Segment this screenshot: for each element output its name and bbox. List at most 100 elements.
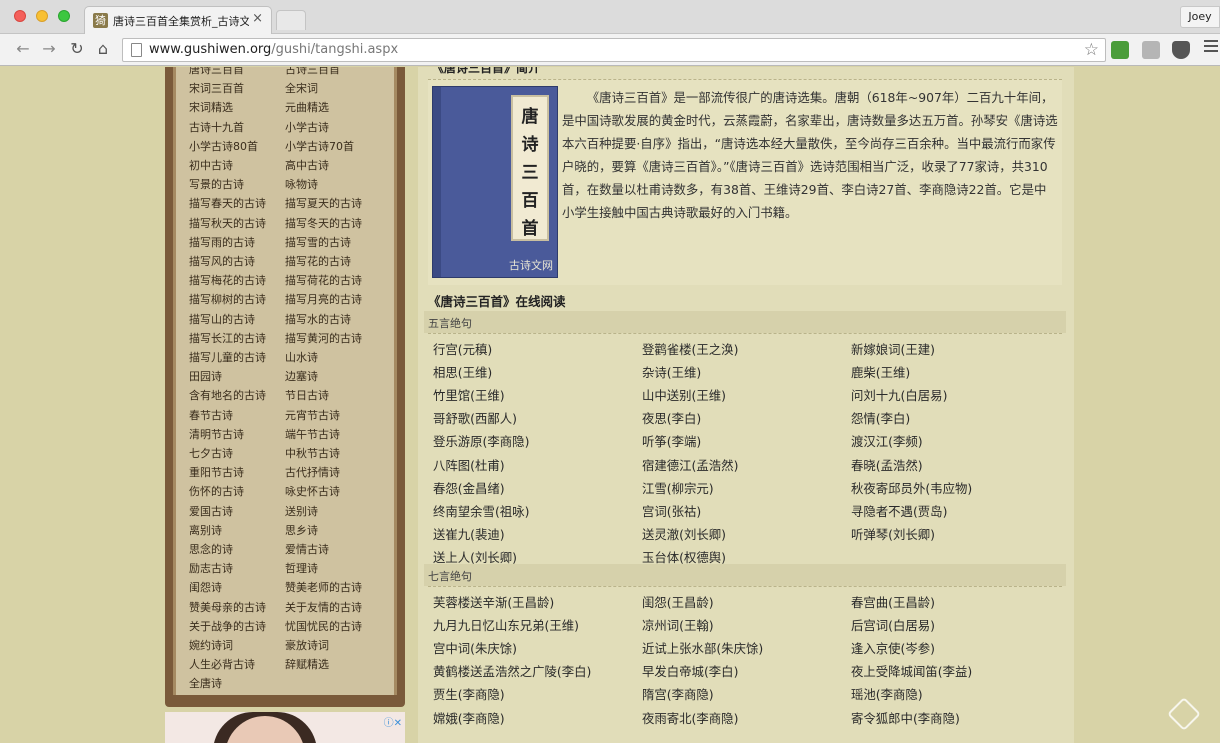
- poem-link[interactable]: 寄令狐郎中(李商隐): [851, 709, 960, 727]
- poem-link[interactable]: 宫词(张祜): [642, 502, 701, 520]
- category-link[interactable]: 关于友情的古诗: [285, 599, 362, 615]
- category-link[interactable]: 小学古诗: [285, 119, 329, 135]
- category-link[interactable]: 重阳节古诗: [189, 464, 244, 480]
- poem-link[interactable]: 江雪(柳宗元): [642, 479, 714, 497]
- category-link[interactable]: 伤怀的古诗: [189, 483, 244, 499]
- category-link[interactable]: 全唐诗: [189, 675, 222, 691]
- category-link[interactable]: 忧国忧民的古诗: [285, 618, 362, 634]
- close-window-icon[interactable]: [14, 10, 26, 22]
- poem-link[interactable]: 山中送别(王维): [642, 386, 726, 404]
- extension-edit-icon[interactable]: [1111, 41, 1129, 59]
- category-link[interactable]: 元宵节古诗: [285, 407, 340, 423]
- category-link[interactable]: 赞美老师的古诗: [285, 579, 362, 595]
- category-link[interactable]: 描写柳树的古诗: [189, 291, 266, 307]
- category-link[interactable]: 描写梅花的古诗: [189, 272, 266, 288]
- category-link[interactable]: 励志古诗: [189, 560, 233, 576]
- poem-link[interactable]: 听筝(李端): [642, 432, 701, 450]
- ad-choices-icon[interactable]: ⓘ✕: [384, 714, 402, 729]
- category-link[interactable]: 初中古诗: [189, 157, 233, 173]
- category-link[interactable]: 思念的诗: [189, 541, 233, 557]
- forward-icon[interactable]: →: [38, 38, 60, 60]
- category-link[interactable]: 端午节古诗: [285, 426, 340, 442]
- poem-link[interactable]: 黄鹤楼送孟浩然之广陵(李白): [433, 662, 591, 680]
- poem-link[interactable]: 渡汉江(李频): [851, 432, 923, 450]
- poem-link[interactable]: 登鹳雀楼(王之涣): [642, 340, 738, 358]
- profile-button[interactable]: Joey: [1180, 6, 1220, 28]
- category-link[interactable]: 描写山的古诗: [189, 311, 255, 327]
- poem-link[interactable]: 贾生(李商隐): [433, 685, 505, 703]
- category-link[interactable]: 描写长江的古诗: [189, 330, 266, 346]
- poem-link[interactable]: 寻隐者不遇(贾岛): [851, 502, 947, 520]
- poem-link[interactable]: 夜雨寄北(李商隐): [642, 709, 738, 727]
- poem-link[interactable]: 春怨(金昌绪): [433, 479, 505, 497]
- category-link[interactable]: 节日古诗: [285, 387, 329, 403]
- category-link[interactable]: 元曲精选: [285, 99, 329, 115]
- category-link[interactable]: 田园诗: [189, 368, 222, 384]
- poem-link[interactable]: 杂诗(王维): [642, 363, 701, 381]
- poem-link[interactable]: 登乐游原(李商隐): [433, 432, 529, 450]
- address-bar[interactable]: www.gushiwen.org/gushi/tangshi.aspx ☆: [122, 38, 1106, 62]
- pocket-extension-icon[interactable]: [1172, 41, 1190, 59]
- category-link[interactable]: 中秋节古诗: [285, 445, 340, 461]
- category-link[interactable]: 描写儿童的古诗: [189, 349, 266, 365]
- category-link[interactable]: 人生必背古诗: [189, 656, 255, 672]
- poem-link[interactable]: 鹿柴(王维): [851, 363, 910, 381]
- category-link[interactable]: 豪放诗词: [285, 637, 329, 653]
- category-link[interactable]: 七夕古诗: [189, 445, 233, 461]
- reload-icon[interactable]: ↻: [66, 38, 88, 60]
- url-text[interactable]: www.gushiwen.org/gushi/tangshi.aspx: [149, 42, 398, 57]
- category-link[interactable]: 唐诗三百首: [189, 67, 244, 77]
- bookmark-star-icon[interactable]: ☆: [1084, 40, 1099, 60]
- poem-link[interactable]: 逢入京使(岑参): [851, 639, 935, 657]
- poem-link[interactable]: 春宫曲(王昌龄): [851, 593, 935, 611]
- category-link[interactable]: 哲理诗: [285, 560, 318, 576]
- category-link[interactable]: 清明节古诗: [189, 426, 244, 442]
- chrome-menu-icon[interactable]: [1204, 40, 1218, 54]
- poem-link[interactable]: 后宫词(白居易): [851, 616, 935, 634]
- back-icon[interactable]: ←: [12, 38, 34, 60]
- poem-link[interactable]: 九月九日忆山东兄弟(王维): [433, 616, 579, 634]
- zoom-window-icon[interactable]: [58, 10, 70, 22]
- gmail-extension-icon[interactable]: [1142, 41, 1160, 59]
- poem-link[interactable]: 瑶池(李商隐): [851, 685, 923, 703]
- category-link[interactable]: 春节古诗: [189, 407, 233, 423]
- poem-link[interactable]: 八阵图(杜甫): [433, 456, 505, 474]
- minimize-window-icon[interactable]: [36, 10, 48, 22]
- category-link[interactable]: 小学古诗80首: [189, 138, 258, 154]
- category-link[interactable]: 描写花的古诗: [285, 253, 351, 269]
- category-link[interactable]: 辞赋精选: [285, 656, 329, 672]
- category-link[interactable]: 描写月亮的古诗: [285, 291, 362, 307]
- poem-link[interactable]: 夜上受降城闻笛(李益): [851, 662, 972, 680]
- category-link[interactable]: 小学古诗70首: [285, 138, 354, 154]
- category-link[interactable]: 思乡诗: [285, 522, 318, 538]
- poem-link[interactable]: 秋夜寄邱员外(韦应物): [851, 479, 972, 497]
- poem-link[interactable]: 隋宫(李商隐): [642, 685, 714, 703]
- advertisement[interactable]: ⓘ✕: [165, 712, 405, 743]
- category-link[interactable]: 古代抒情诗: [285, 464, 340, 480]
- category-link[interactable]: 爱情古诗: [285, 541, 329, 557]
- poem-link[interactable]: 哥舒歌(西鄙人): [433, 409, 517, 427]
- category-link[interactable]: 爱国古诗: [189, 503, 233, 519]
- category-link[interactable]: 宋词精选: [189, 99, 233, 115]
- category-link[interactable]: 古诗三百首: [285, 67, 340, 77]
- poem-link[interactable]: 新嫁娘词(王建): [851, 340, 935, 358]
- category-link[interactable]: 描写夏天的古诗: [285, 195, 362, 211]
- category-link[interactable]: 写景的古诗: [189, 176, 244, 192]
- poem-link[interactable]: 早发白帝城(李白): [642, 662, 738, 680]
- browser-tab[interactable]: 猗 唐诗三百首全集赏析_古诗文网 ×: [84, 6, 272, 34]
- category-link[interactable]: 含有地名的古诗: [189, 387, 266, 403]
- category-link[interactable]: 婉约诗词: [189, 637, 233, 653]
- poem-link[interactable]: 宫中词(朱庆馀): [433, 639, 517, 657]
- category-link[interactable]: 描写风的古诗: [189, 253, 255, 269]
- poem-link[interactable]: 行宫(元稹): [433, 340, 492, 358]
- new-tab-button[interactable]: [276, 10, 306, 30]
- poem-link[interactable]: 夜思(李白): [642, 409, 701, 427]
- tab-close-icon[interactable]: ×: [252, 11, 263, 26]
- category-link[interactable]: 描写冬天的古诗: [285, 215, 362, 231]
- category-link[interactable]: 咏史怀古诗: [285, 483, 340, 499]
- poem-link[interactable]: 送灵澈(刘长卿): [642, 525, 726, 543]
- poem-link[interactable]: 春晓(孟浩然): [851, 456, 923, 474]
- category-link[interactable]: 送别诗: [285, 503, 318, 519]
- category-link[interactable]: 古诗十九首: [189, 119, 244, 135]
- category-link[interactable]: 咏物诗: [285, 176, 318, 192]
